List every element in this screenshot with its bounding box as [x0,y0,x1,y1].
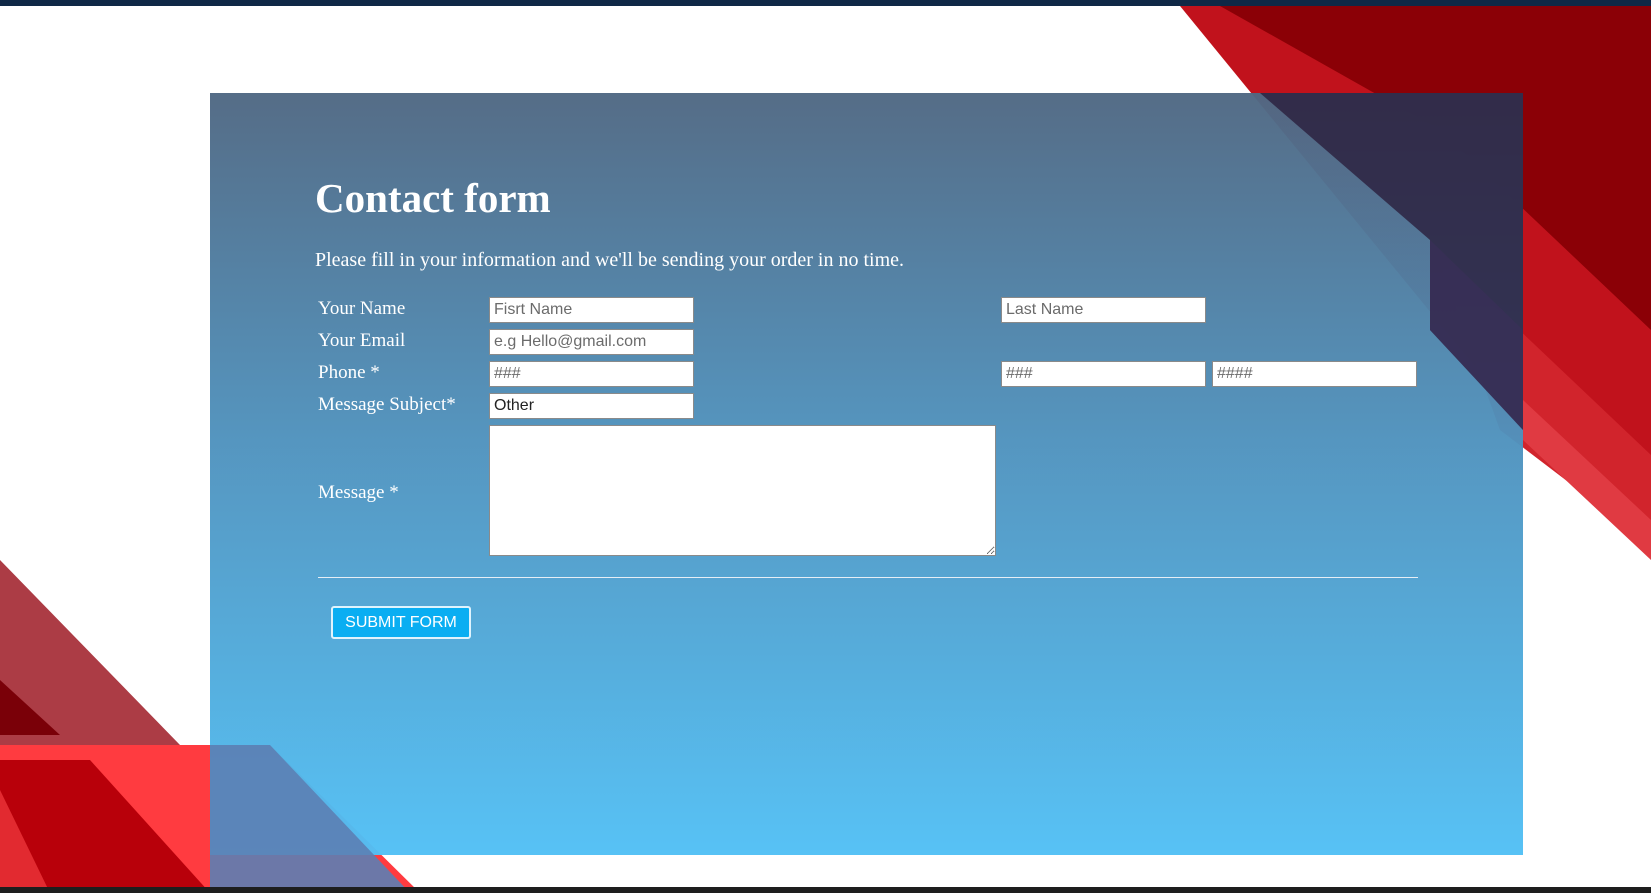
last-name-input[interactable] [1001,297,1206,323]
form-divider [318,577,1418,578]
phone-prefix-input[interactable] [1001,361,1206,387]
subject-input[interactable] [489,393,694,419]
message-label: Message * [318,482,399,503]
phone-label: Phone * [318,362,380,383]
form-intro: Please fill in your information and we'l… [315,249,905,271]
email-input[interactable] [489,329,694,355]
top-strip [0,0,1651,6]
phone-line-input[interactable] [1212,361,1417,387]
email-label: Your Email [318,330,406,351]
message-textarea[interactable] [489,425,996,556]
subject-label: Message Subject* [318,394,456,415]
phone-area-input[interactable] [489,361,694,387]
first-name-input[interactable] [489,297,694,323]
name-label: Your Name [318,298,406,319]
contact-page: Contact form Please fill in your informa… [0,0,1651,893]
submit-form-button[interactable]: SUBMIT FORM [331,606,471,639]
bottom-strip [0,887,1651,893]
form-title: Contact form [315,175,551,221]
